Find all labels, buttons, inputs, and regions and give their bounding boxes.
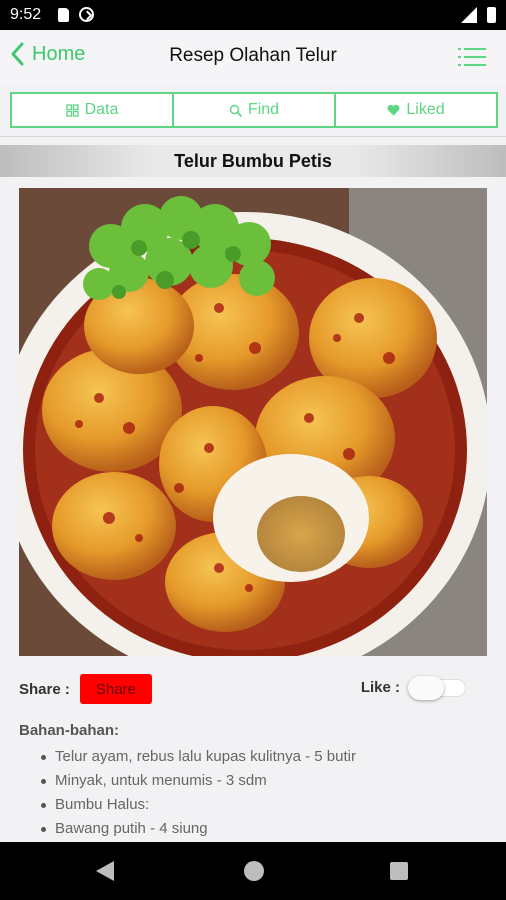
tab-find-label: Find (247, 101, 280, 118)
list-item: Telur ayam, rebus lalu kupas kulitnya - … (41, 745, 489, 769)
app-bar: Home Resep Olahan Telur (0, 30, 506, 84)
sync-icon (79, 7, 94, 22)
system-nav-bar (0, 842, 506, 900)
list-menu-icon (458, 48, 486, 66)
list-item: Minyak, untuk menumis - 3 sdm (41, 769, 489, 793)
grid-icon (65, 103, 79, 117)
share-row: Share : Share (19, 674, 152, 704)
signal-icon (461, 7, 477, 23)
heart-icon (387, 104, 400, 116)
ingredients-section: Bahan-bahan: Telur ayam, rebus lalu kupa… (19, 722, 489, 841)
tab-liked-label: Liked (406, 101, 445, 118)
nav-back-icon[interactable] (96, 861, 114, 881)
nav-home-icon[interactable] (244, 861, 264, 881)
tab-liked[interactable]: Liked (336, 94, 496, 126)
page-title: Resep Olahan Telur (169, 45, 337, 66)
divider (0, 136, 506, 137)
tab-data-label: Data (84, 101, 119, 118)
like-row: Like : (360, 676, 466, 700)
sd-card-icon (58, 7, 69, 22)
list-item: Bawang putih - 4 siung (41, 817, 489, 841)
status-time: 9:52 (10, 6, 42, 23)
battery-icon (487, 7, 496, 23)
recipe-title: Telur Bumbu Petis (0, 145, 506, 177)
status-bar: 9:52 (0, 0, 506, 30)
ingredient-list: Telur ayam, rebus lalu kupas kulitnya - … (19, 745, 489, 841)
tab-data[interactable]: Data (12, 94, 174, 126)
share-button[interactable]: Share (79, 674, 152, 704)
tab-bar: Data Find Liked (10, 92, 498, 128)
share-label: Share : (19, 680, 70, 698)
like-label: Like : (360, 678, 400, 696)
tab-find[interactable]: Find (174, 94, 336, 126)
list-item: Bumbu Halus: (41, 793, 489, 817)
nav-recents-icon[interactable] (390, 862, 408, 880)
recipe-photo (19, 188, 487, 656)
ingredients-heading: Bahan-bahan: (19, 722, 120, 739)
search-icon (229, 104, 242, 117)
like-toggle-thumb (408, 676, 444, 700)
menu-button[interactable] (458, 47, 486, 72)
like-toggle[interactable] (408, 676, 466, 700)
